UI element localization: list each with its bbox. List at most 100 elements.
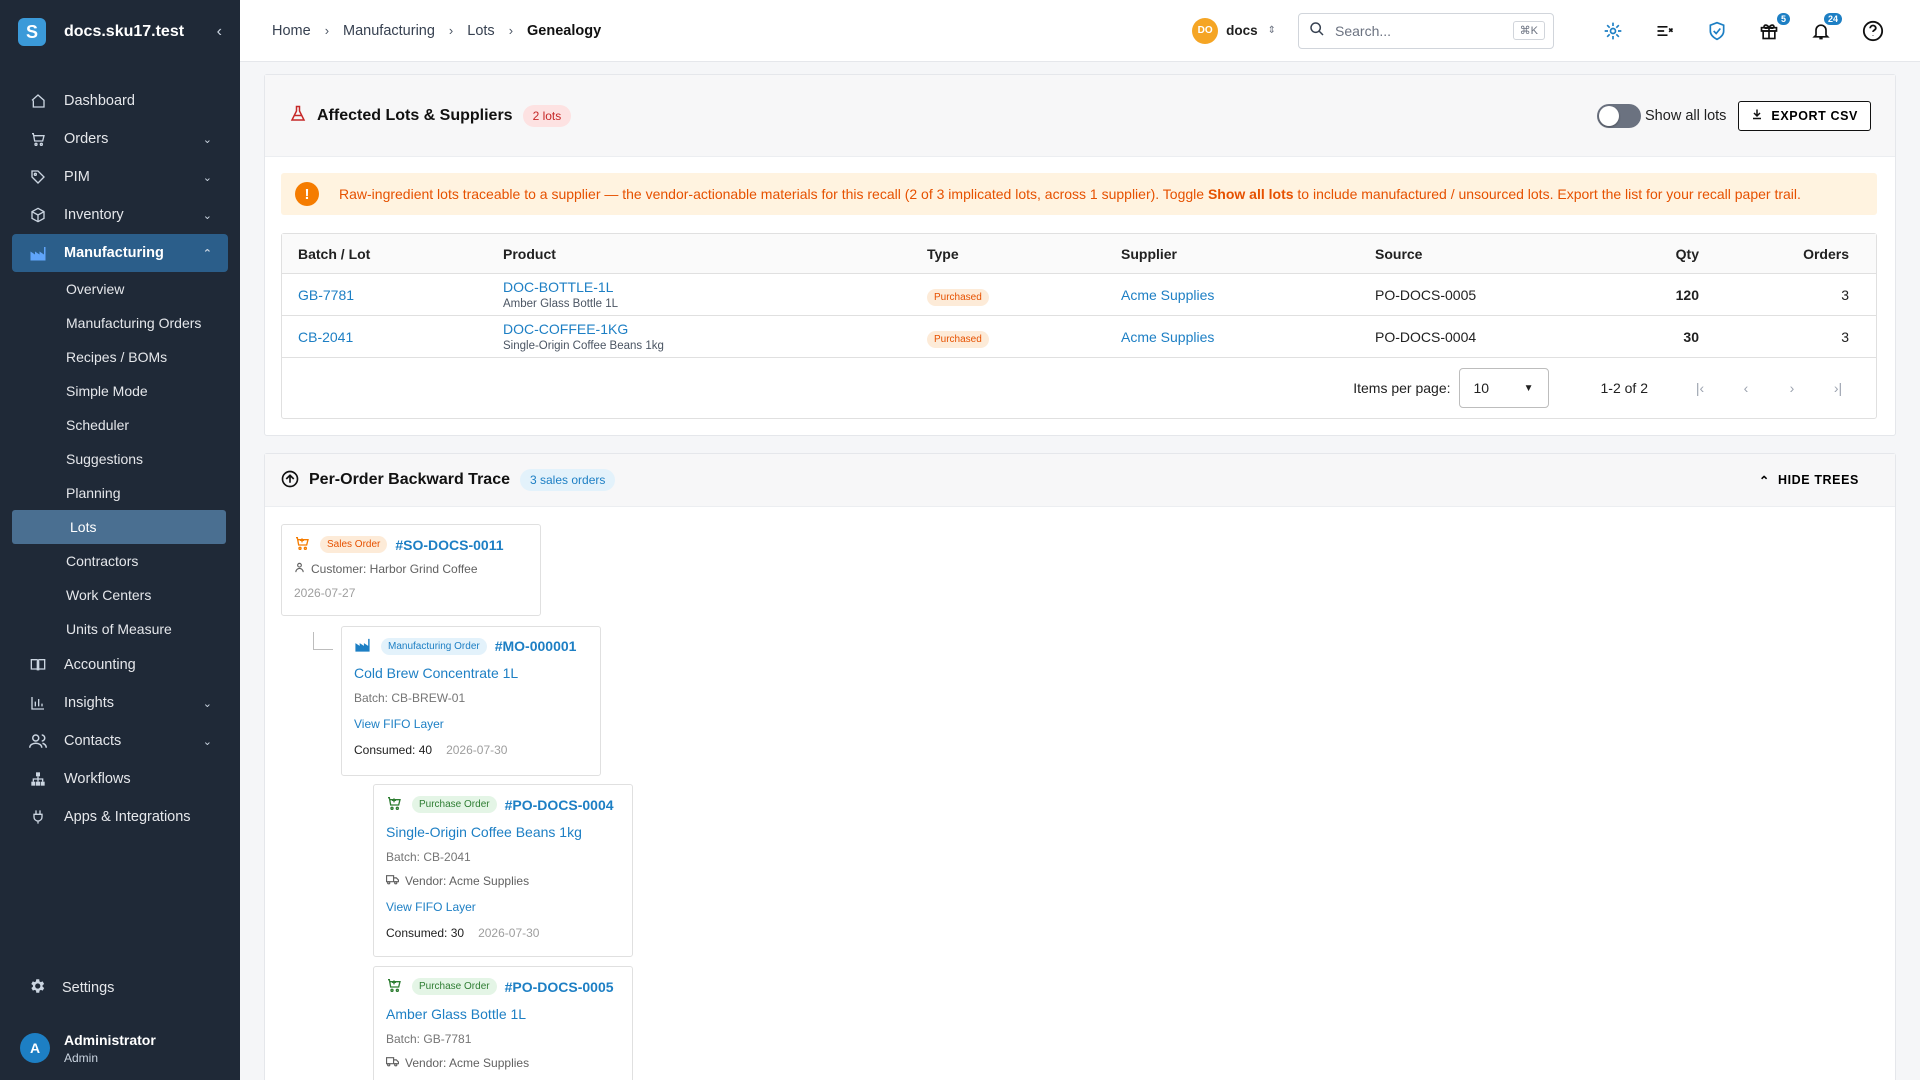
sub-nav-manufacturing-orders[interactable]: Manufacturing Orders — [0, 306, 240, 340]
view-fifo-layer-link[interactable]: View FIFO Layer — [354, 717, 588, 731]
breadcrumb-home[interactable]: Home — [272, 23, 311, 39]
collapse-sidebar-icon[interactable]: ‹ — [217, 23, 222, 41]
sub-nav-overview[interactable]: Overview — [0, 272, 240, 306]
hide-trees-button[interactable]: ⌃ HIDE TREES — [1747, 465, 1871, 495]
nav-accounting[interactable]: Accounting — [0, 646, 240, 684]
cart-icon — [294, 535, 310, 554]
sub-nav-suggestions[interactable]: Suggestions — [0, 442, 240, 476]
help-icon[interactable] — [1858, 16, 1888, 46]
sub-nav-contractors[interactable]: Contractors — [0, 544, 240, 578]
nav-label: Accounting — [64, 657, 136, 673]
org-switcher[interactable]: DO docs ⇕ — [1192, 17, 1276, 44]
app-logo[interactable]: S — [18, 18, 46, 46]
sales-order-id-link[interactable]: #SO-DOCS-0011 — [395, 537, 503, 553]
nav-manufacturing[interactable]: Manufacturing ⌃ — [12, 234, 228, 272]
nav-label: Apps & Integrations — [64, 809, 191, 825]
vendor-name: Vendor: Acme Supplies — [405, 1056, 530, 1070]
manufacturing-order-id-link[interactable]: #MO-000001 — [495, 638, 577, 654]
breadcrumb-manufacturing[interactable]: Manufacturing — [343, 23, 435, 39]
lot-link[interactable]: CB-2041 — [298, 329, 503, 345]
supplier-link[interactable]: Acme Supplies — [1121, 287, 1375, 303]
next-page-icon[interactable]: › — [1774, 380, 1810, 396]
consumed-label: Consumed: — [386, 926, 448, 940]
sub-nav-simple-mode[interactable]: Simple Mode — [0, 374, 240, 408]
col-product[interactable]: Product — [503, 246, 927, 262]
nav-settings[interactable]: Settings — [0, 968, 240, 1008]
items-per-page-select[interactable]: 10 ▼ — [1458, 368, 1549, 408]
export-csv-button[interactable]: EXPORT CSV — [1738, 100, 1871, 131]
export-csv-label: EXPORT CSV — [1771, 108, 1858, 123]
sub-nav-lots[interactable]: Lots — [12, 510, 226, 544]
nav-orders[interactable]: Orders ⌄ — [0, 120, 240, 158]
product-code-link[interactable]: DOC-COFFEE-1KG — [503, 321, 927, 337]
po-consumed: Consumed: 30 2026-07-30 — [386, 926, 620, 940]
ai-sparkle-icon[interactable] — [1598, 16, 1628, 46]
alert-text-bold: Show all lots — [1207, 186, 1294, 202]
nav-pim[interactable]: PIM ⌄ — [0, 158, 240, 196]
col-qty[interactable]: Qty — [1629, 246, 1699, 262]
product-code-link[interactable]: DOC-BOTTLE-1L — [503, 279, 927, 295]
sub-nav-planning[interactable]: Planning — [0, 476, 240, 510]
show-all-lots-toggle[interactable] — [1597, 103, 1642, 128]
box-icon — [28, 205, 48, 225]
search-input[interactable]: Search... ⌘K — [1298, 12, 1554, 49]
nav-insights[interactable]: Insights ⌄ — [0, 684, 240, 722]
last-page-icon[interactable]: ›| — [1820, 380, 1856, 396]
product-name: Amber Glass Bottle 1L — [503, 298, 619, 310]
alert-text-pre: Raw-ingredient lots traceable to a suppl… — [339, 186, 1208, 202]
product-name: Single-Origin Coffee Beans 1kg — [503, 340, 664, 352]
gift-icon[interactable]: 5 — [1754, 12, 1790, 46]
qty-cell: 30 — [1683, 328, 1699, 345]
purchase-order-id-link[interactable]: #PO-DOCS-0005 — [505, 979, 614, 995]
col-type[interactable]: Type — [927, 246, 1121, 262]
po-product-link[interactable]: Amber Glass Bottle 1L — [386, 1006, 620, 1022]
cart-icon — [386, 977, 402, 996]
compare-icon[interactable] — [1650, 16, 1680, 46]
breadcrumb-lots[interactable]: Lots — [467, 23, 494, 39]
sub-nav-work-centers[interactable]: Work Centers — [0, 578, 240, 612]
col-source[interactable]: Source — [1375, 246, 1629, 262]
user-profile[interactable]: A Administrator Admin — [0, 1016, 240, 1080]
factory-icon — [28, 243, 48, 263]
col-supplier[interactable]: Supplier — [1121, 246, 1375, 262]
po-product-link[interactable]: Single-Origin Coffee Beans 1kg — [386, 824, 620, 840]
sub-nav-recipes[interactable]: Recipes / BOMs — [0, 340, 240, 374]
view-fifo-layer-link[interactable]: View FIFO Layer — [386, 900, 620, 914]
sub-nav-units[interactable]: Units of Measure — [0, 612, 240, 646]
hide-trees-label: HIDE TREES — [1777, 473, 1859, 487]
vendor-line: Vendor: Acme Supplies — [385, 1056, 620, 1070]
prev-page-icon[interactable]: ‹ — [1728, 380, 1764, 396]
supplier-link[interactable]: Acme Supplies — [1121, 329, 1375, 345]
vendor-name: Vendor: Acme Supplies — [405, 874, 530, 888]
sub-nav-scheduler[interactable]: Scheduler — [0, 408, 240, 442]
first-page-icon[interactable]: |‹ — [1682, 380, 1718, 396]
node-header: Manufacturing Order #MO-000001 — [354, 637, 588, 655]
nav-apps-integrations[interactable]: Apps & Integrations — [0, 798, 240, 836]
table-row[interactable]: CB-2041 DOC-COFFEE-1KG Single-Origin Cof… — [282, 316, 1876, 358]
chevron-down-icon: ⌄ — [202, 133, 212, 146]
mo-product-link[interactable]: Cold Brew Concentrate 1L — [354, 665, 588, 681]
col-batch-lot[interactable]: Batch / Lot — [298, 246, 503, 262]
sidebar-bottom: Settings A Administrator Admin — [0, 968, 240, 1080]
table-row[interactable]: GB-7781 DOC-BOTTLE-1L Amber Glass Bottle… — [282, 274, 1876, 316]
node-header: Sales Order #SO-DOCS-0011 — [294, 535, 528, 554]
truck-icon — [385, 874, 400, 888]
nav-workflows[interactable]: Workflows — [0, 760, 240, 798]
bell-icon[interactable]: 24 — [1806, 12, 1842, 46]
lot-link[interactable]: GB-7781 — [298, 287, 503, 303]
tree-connector — [313, 632, 333, 650]
shield-icon[interactable] — [1702, 16, 1732, 46]
home-icon — [28, 91, 48, 111]
book-icon — [28, 655, 48, 675]
nav-contacts[interactable]: Contacts ⌄ — [0, 722, 240, 760]
nav-label: Contacts — [64, 733, 122, 749]
chevron-right-icon: › — [508, 23, 514, 38]
nav-inventory[interactable]: Inventory ⌄ — [0, 196, 240, 234]
node-header: Purchase Order #PO-DOCS-0005 — [386, 977, 620, 996]
purchase-order-id-link[interactable]: #PO-DOCS-0004 — [505, 797, 614, 813]
plug-icon — [28, 807, 48, 827]
nav-dashboard[interactable]: Dashboard — [0, 82, 240, 120]
col-orders[interactable]: Orders — [1699, 246, 1849, 262]
mo-consumed: Consumed: 40 2026-07-30 — [354, 743, 588, 757]
sales-order-node: Sales Order #SO-DOCS-0011 Customer: Harb… — [281, 524, 541, 616]
